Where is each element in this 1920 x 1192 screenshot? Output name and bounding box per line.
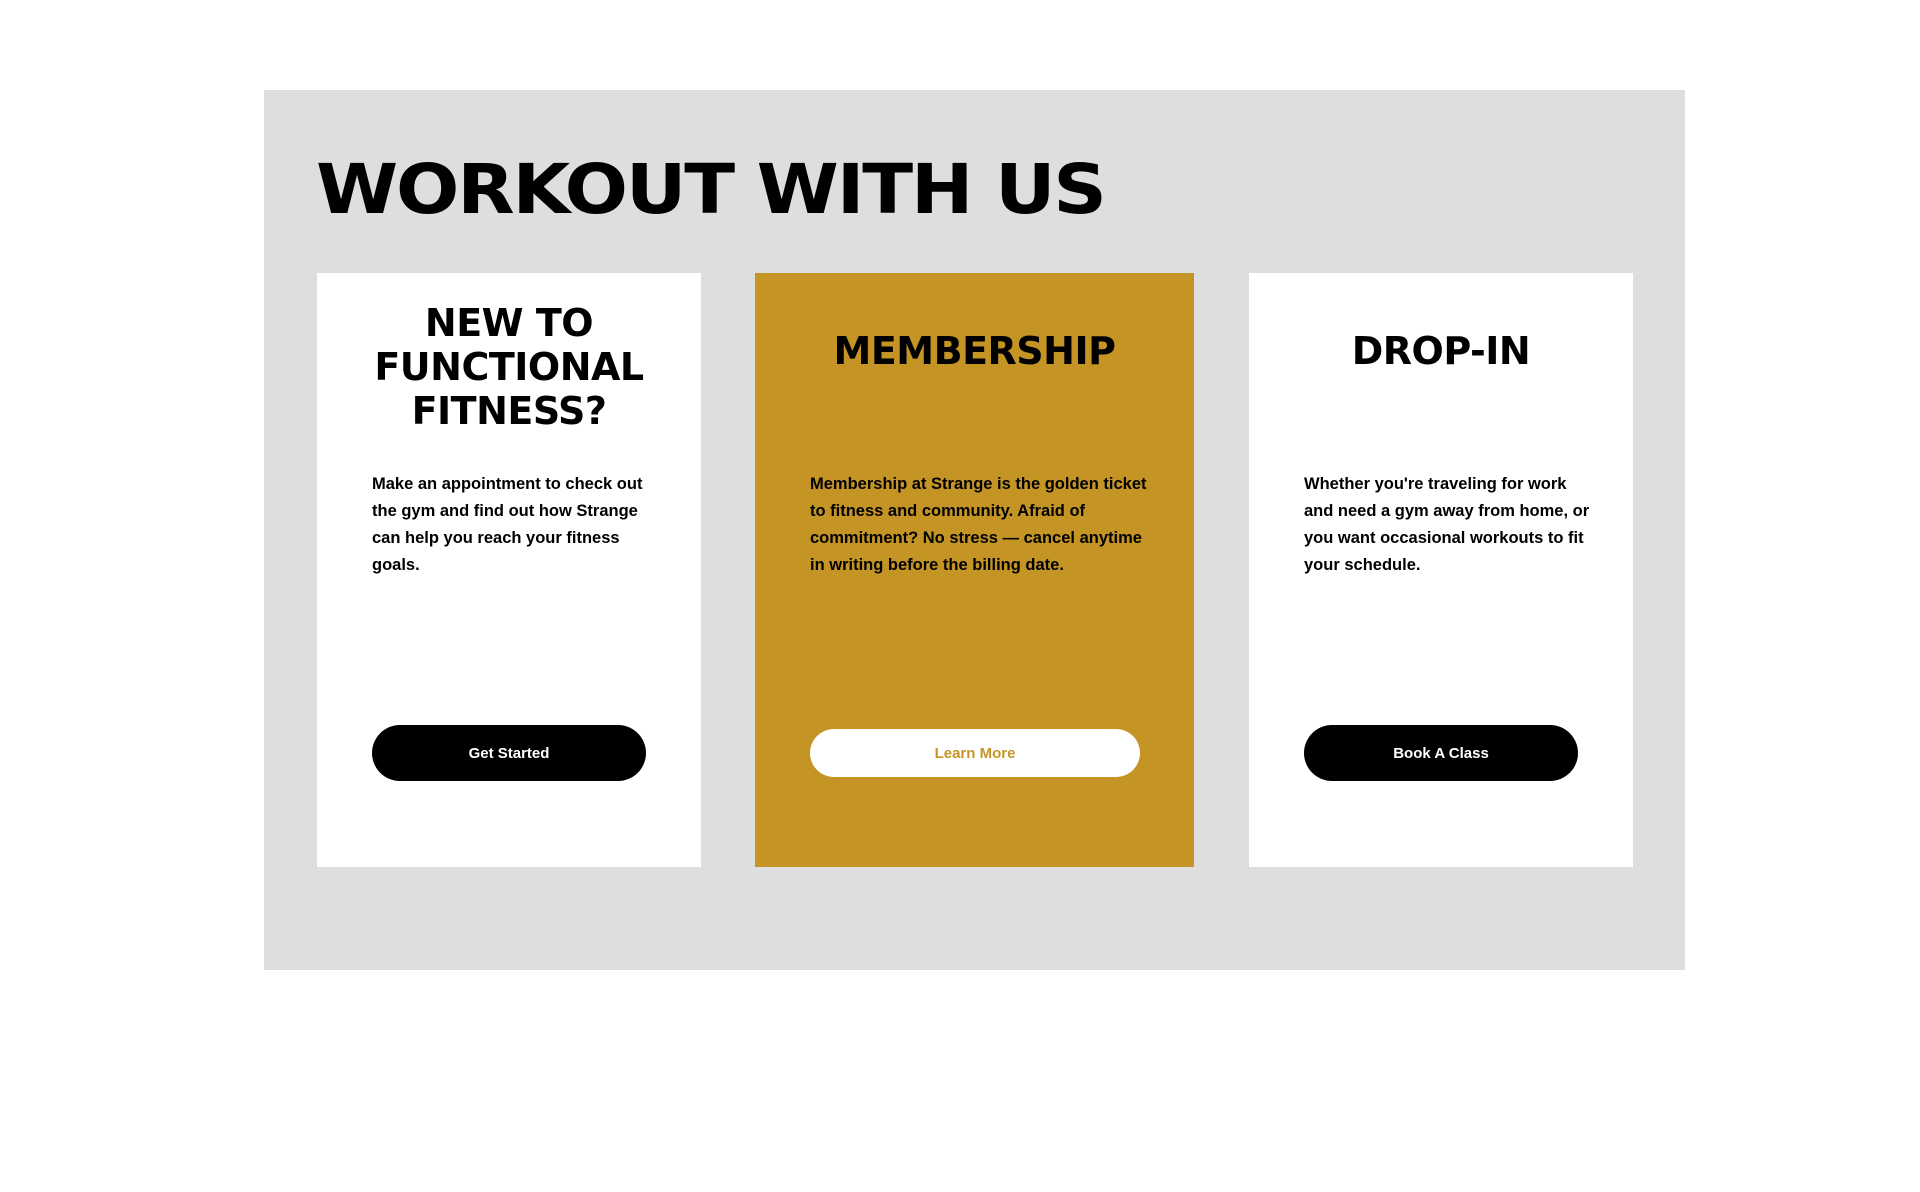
learn-more-button[interactable]: Learn More [810,729,1140,777]
card-description: Whether you're traveling for work and ne… [1304,475,1590,574]
get-started-button[interactable]: Get Started [372,725,646,781]
card-new-to-functional-fitness: NEW TO FUNCTIONAL FITNESS? Make an appoi… [317,273,701,867]
card-membership: MEMBERSHIP Membership at Strange is the … [755,273,1194,867]
card-title: NEW TO FUNCTIONAL FITNESS? [374,301,644,433]
card-title: MEMBERSHIP [833,329,1116,373]
book-a-class-button[interactable]: Book A Class [1304,725,1578,781]
card-description: Make an appointment to check out the gym… [372,475,643,574]
card-drop-in: DROP-IN Whether you're traveling for wor… [1249,273,1633,867]
workout-section: WORKOUT WITH US NEW TO FUNCTIONAL FITNES… [264,90,1685,970]
section-title: WORKOUT WITH US [316,150,1107,230]
card-title: DROP-IN [1351,329,1531,373]
card-description: Membership at Strange is the golden tick… [810,475,1147,574]
